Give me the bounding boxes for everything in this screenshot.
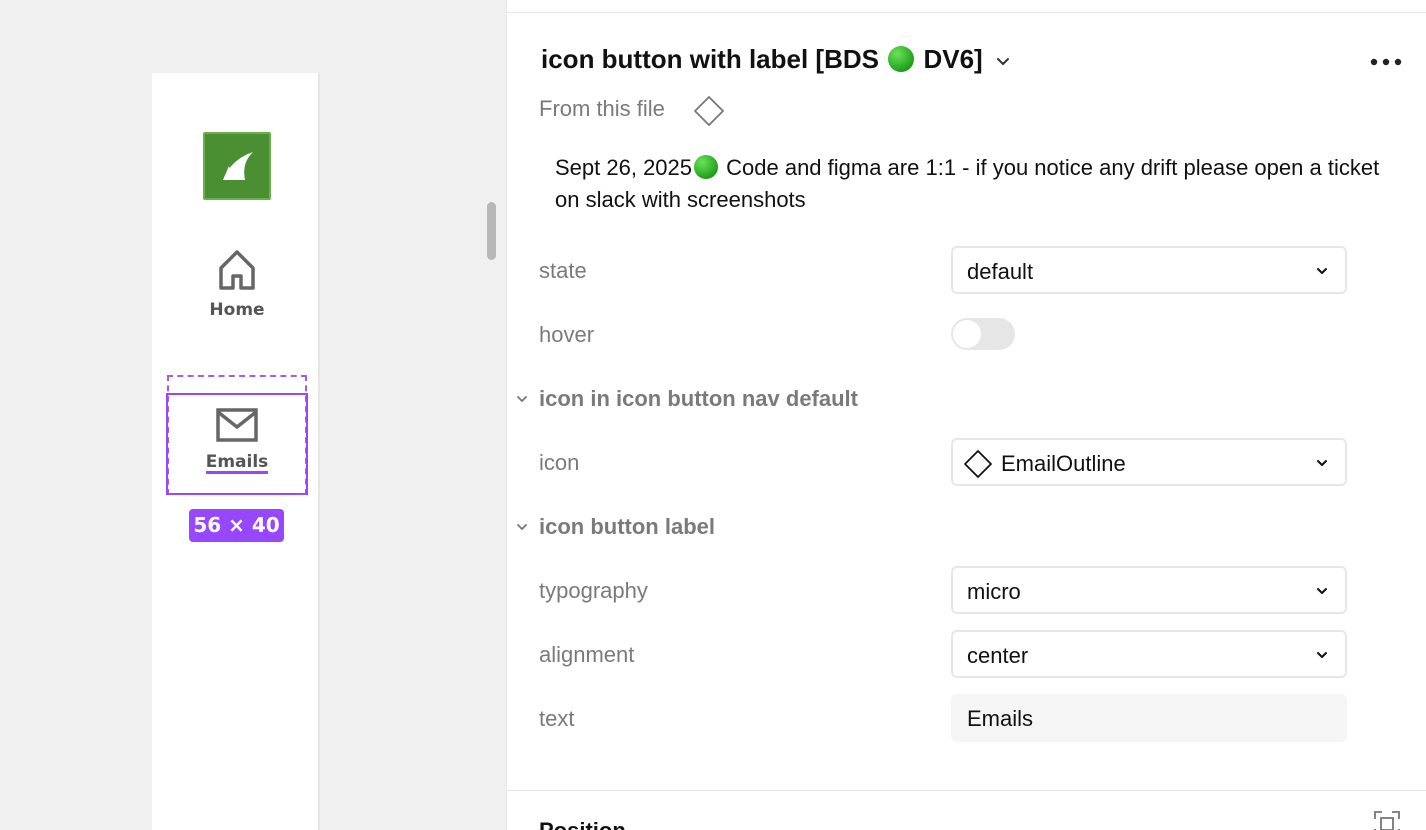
icon-label: icon [539, 450, 580, 475]
hover-label: hover [539, 322, 595, 347]
from-this-file-label: From this file [539, 96, 665, 121]
email-outline-icon [216, 408, 258, 442]
typography-label: typography [539, 578, 648, 603]
section-collapse-icon[interactable] [515, 520, 529, 534]
hover-toggle-knob [953, 320, 981, 348]
chevron-down-icon [1317, 588, 1327, 594]
section-collapse-icon[interactable] [515, 392, 529, 406]
typography-value: micro [967, 579, 1021, 604]
nav-item-home[interactable]: Home [190, 248, 284, 328]
design-canvas[interactable]: Home Emails 56 × 40 [0, 0, 506, 830]
nav-item-emails[interactable]: Emails [168, 405, 306, 485]
icon-select[interactable]: EmailOutline [951, 438, 1347, 486]
panel-divider [507, 790, 1426, 791]
hover-toggle[interactable] [951, 318, 1015, 350]
text-input[interactable]: Emails [951, 694, 1347, 742]
more-options-icon[interactable] [1369, 52, 1403, 72]
barracuda-logo-icon [203, 132, 271, 200]
chevron-down-icon[interactable] [994, 52, 1012, 70]
selection-size-badge: 56 × 40 [189, 509, 284, 542]
component-title-prefix: icon button with label [BDS [541, 44, 879, 74]
nav-item-emails-label: Emails [205, 452, 269, 474]
state-value: default [967, 259, 1034, 284]
component-diamond-icon[interactable] [693, 95, 725, 127]
home-icon [219, 250, 255, 290]
component-title[interactable]: icon button with label [BDS DV6] [541, 44, 983, 75]
nav-item-home-label: Home [209, 300, 265, 320]
component-title-suffix: DV6] [923, 44, 983, 74]
component-description: Sept 26, 2025 Code and figma are 1:1 - i… [555, 152, 1395, 216]
chevron-down-icon [1317, 652, 1327, 658]
alignment-label: alignment [539, 642, 635, 667]
text-input-value: Emails [967, 706, 1034, 731]
section-label-heading[interactable]: icon button label [539, 514, 715, 540]
panel-divider-top [507, 12, 1426, 13]
component-diamond-icon [964, 450, 992, 478]
green-circle-icon [888, 46, 915, 72]
icon-value: EmailOutline [1001, 451, 1126, 476]
canvas-scrollbar[interactable] [487, 202, 496, 260]
alignment-select[interactable]: center [951, 630, 1347, 678]
state-label: state [539, 258, 587, 283]
chevron-down-icon [1317, 268, 1327, 274]
state-select[interactable]: default [951, 246, 1347, 294]
alignment-value: center [967, 643, 1029, 668]
position-section-title: Position [539, 818, 626, 830]
chevron-down-icon [1317, 460, 1327, 466]
description-date: Sept 26, 2025 [555, 155, 693, 180]
section-icon-heading[interactable]: icon in icon button nav default [539, 386, 858, 412]
text-label: text [539, 706, 575, 731]
green-circle-icon [694, 155, 719, 179]
properties-panel: icon button with label [BDS DV6] From th… [506, 0, 1426, 830]
typography-select[interactable]: micro [951, 566, 1347, 614]
focus-frame-icon[interactable] [1373, 810, 1401, 830]
